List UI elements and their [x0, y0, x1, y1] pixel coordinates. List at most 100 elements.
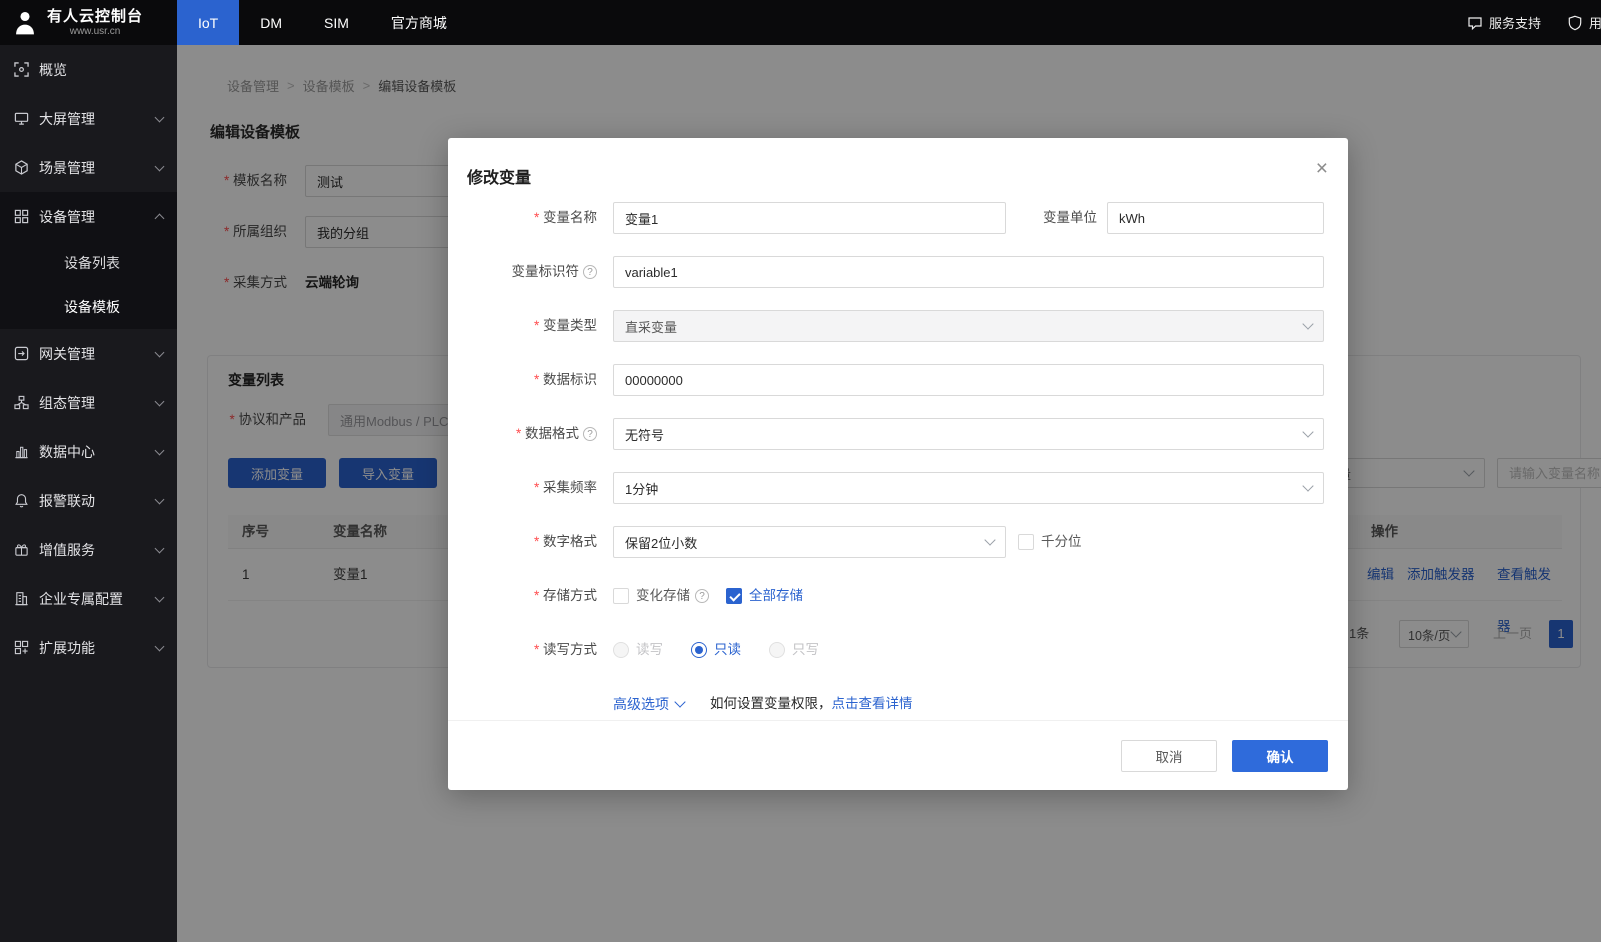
identifier-row: 变量标识符?	[464, 256, 1324, 288]
topbar: 有人云控制台 www.usr.cn IoT DM SIM 官方商城 服务支持 用…	[0, 0, 1601, 45]
chevron-down-icon	[155, 445, 165, 455]
help-icon[interactable]: ?	[583, 427, 597, 441]
thousand-separator-label: 千分位	[1041, 526, 1082, 558]
variable-name-row: 变量名称 变量单位	[464, 202, 1324, 234]
variable-type-row: 变量类型 直采变量	[464, 310, 1324, 342]
chevron-down-icon	[1302, 480, 1313, 491]
variable-type-label: 变量类型	[464, 310, 597, 342]
read-write-option-label: 读写	[636, 634, 663, 666]
sidebar-item-gateway-management[interactable]: 网关管理	[0, 329, 177, 378]
help-icon[interactable]: ?	[695, 589, 709, 603]
modify-variable-modal: 修改变量 × 变量名称 变量单位 变量标识符? 变量类型 直采变量	[448, 138, 1348, 790]
sidebar-item-device-management[interactable]: 设备管理	[0, 192, 177, 241]
user-menu[interactable]: 用户	[1567, 13, 1601, 32]
chevron-down-icon	[674, 696, 685, 707]
sidebar-item-scene-management[interactable]: 场景管理	[0, 143, 177, 192]
modal-form: 变量名称 变量单位 变量标识符? 变量类型 直采变量	[448, 202, 1348, 742]
modal-footer: 取消 确认	[448, 720, 1348, 790]
configuration-nodes-icon	[14, 395, 29, 410]
identifier-input[interactable]	[613, 256, 1324, 288]
chevron-down-icon	[155, 112, 165, 122]
service-support-label: 服务支持	[1489, 13, 1541, 32]
advanced-options-row: 高级选项 如何设置变量权限， 点击查看详情	[464, 688, 1324, 720]
big-screen-icon	[14, 111, 29, 126]
sidebar-item-label: 报警联动	[39, 491, 95, 511]
sidebar-item-data-center[interactable]: 数据中心	[0, 427, 177, 476]
sidebar-item-label: 扩展功能	[39, 638, 95, 658]
sidebar-item-overview[interactable]: 概览	[0, 45, 177, 94]
read-only-radio[interactable]	[691, 642, 707, 658]
sidebar-item-enterprise-config[interactable]: 企业专属配置	[0, 574, 177, 623]
variable-unit-input[interactable]	[1107, 202, 1324, 234]
tab-sim[interactable]: SIM	[303, 0, 370, 45]
close-icon[interactable]: ×	[1316, 158, 1328, 179]
data-format-value: 无符号	[625, 425, 664, 444]
sidebar-item-label: 场景管理	[39, 158, 95, 178]
data-format-select[interactable]: 无符号	[613, 418, 1324, 450]
overview-icon	[14, 62, 29, 77]
sidebar-group-device-management: 设备管理 设备列表 设备模板	[0, 192, 177, 329]
sidebar-item-device-list[interactable]: 设备列表	[0, 241, 177, 285]
gateway-icon	[14, 346, 29, 361]
sidebar-item-extensions[interactable]: 扩展功能	[0, 623, 177, 672]
all-storage-checkbox[interactable]	[726, 588, 742, 604]
number-format-value: 保留2位小数	[625, 533, 697, 552]
sidebar-item-value-added-services[interactable]: 增值服务	[0, 525, 177, 574]
chevron-down-icon	[984, 534, 995, 545]
sidebar-item-alarm-linkage[interactable]: 报警联动	[0, 476, 177, 525]
variable-name-label: 变量名称	[464, 202, 597, 234]
change-storage-label: 变化存储	[636, 580, 690, 612]
cancel-button[interactable]: 取消	[1121, 740, 1217, 772]
scene-cube-icon	[14, 160, 29, 175]
frequency-value: 1分钟	[625, 479, 658, 498]
thousand-separator-checkbox[interactable]	[1018, 534, 1034, 550]
sidebar-item-label: 组态管理	[39, 393, 95, 413]
service-support[interactable]: 服务支持	[1467, 13, 1541, 32]
tab-official-mall[interactable]: 官方商城	[370, 0, 468, 45]
data-id-input[interactable]	[613, 364, 1324, 396]
chevron-down-icon	[155, 161, 165, 171]
modal-title: 修改变量	[467, 164, 531, 188]
sidebar-item-device-template[interactable]: 设备模板	[0, 285, 177, 329]
read-write-radio[interactable]	[613, 642, 629, 658]
data-id-row: 数据标识	[464, 364, 1324, 396]
chevron-down-icon	[155, 347, 165, 357]
topbar-right: 服务支持 用户	[1467, 0, 1601, 45]
permission-detail-link[interactable]: 点击查看详情	[832, 688, 913, 720]
sidebar: 概览 大屏管理 场景管理 设备管理 设备列表 设备模板	[0, 45, 177, 942]
sidebar-item-label: 设备管理	[39, 207, 95, 227]
sidebar-item-configuration-management[interactable]: 组态管理	[0, 378, 177, 427]
data-format-row: 数据格式? 无符号	[464, 418, 1324, 450]
chevron-down-icon	[155, 396, 165, 406]
tab-dm[interactable]: DM	[239, 0, 303, 45]
all-storage-label: 全部存储	[749, 580, 803, 612]
variable-unit-label: 变量单位	[1043, 202, 1097, 234]
gift-icon	[14, 542, 29, 557]
frequency-select[interactable]: 1分钟	[613, 472, 1324, 504]
write-only-radio[interactable]	[769, 642, 785, 658]
variable-name-input[interactable]	[613, 202, 1006, 234]
help-icon[interactable]: ?	[583, 265, 597, 279]
sidebar-item-screen-management[interactable]: 大屏管理	[0, 94, 177, 143]
variable-type-value: 直采变量	[625, 317, 677, 336]
user-label: 用户	[1589, 13, 1601, 32]
usr-logo-icon	[12, 9, 38, 37]
number-format-select[interactable]: 保留2位小数	[613, 526, 1006, 558]
variable-type-select: 直采变量	[613, 310, 1324, 342]
tab-iot[interactable]: IoT	[177, 0, 239, 45]
storage-mode-row: 存储方式 变化存储 ? 全部存储	[464, 580, 1324, 612]
advanced-options-toggle[interactable]: 高级选项	[613, 688, 669, 720]
logo[interactable]: 有人云控制台 www.usr.cn	[0, 0, 177, 45]
sidebar-item-label: 网关管理	[39, 344, 95, 364]
user-shield-icon	[1567, 15, 1583, 31]
read-write-row: 读写方式 读写 只读 只写	[464, 634, 1324, 666]
storage-mode-label: 存储方式	[464, 580, 597, 612]
number-format-row: 数字格式 保留2位小数 千分位	[464, 526, 1324, 558]
frequency-label: 采集频率	[464, 472, 597, 504]
chevron-down-icon	[155, 592, 165, 602]
confirm-button[interactable]: 确认	[1232, 740, 1328, 772]
change-storage-checkbox[interactable]	[613, 588, 629, 604]
sidebar-item-label: 大屏管理	[39, 109, 95, 129]
chevron-down-icon	[155, 543, 165, 553]
app-title: 有人云控制台	[47, 8, 143, 26]
